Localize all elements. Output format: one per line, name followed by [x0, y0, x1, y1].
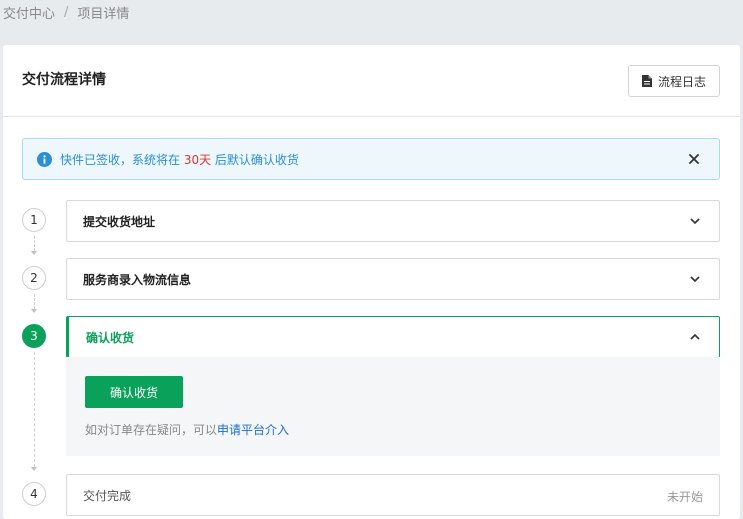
step-status-badge: 未开始: [666, 490, 703, 504]
apply-platform-intervention-link[interactable]: 申请平台介入: [217, 423, 289, 437]
step-connector: [34, 294, 35, 309]
step-submit-address[interactable]: 提交收货地址: [66, 200, 720, 242]
step-number-4: 4: [22, 482, 46, 506]
step-number-2: 2: [22, 266, 46, 290]
dispute-hint: 如对订单存在疑问，可以申请平台介入: [85, 421, 289, 438]
step-confirm-receipt[interactable]: 确认收货: [66, 316, 720, 358]
process-detail-card: 交付流程详情 流程日志 快件已签收，系统将在 30天 后默认确认收货 1 提交收…: [3, 45, 740, 519]
alert-text: 快件已签收，系统将在 30天 后默认确认收货: [60, 151, 299, 168]
breadcrumb-separator: /: [64, 4, 69, 20]
step-label: 提交收货地址: [83, 214, 156, 229]
card-header: 交付流程详情 流程日志: [3, 45, 740, 117]
chevron-up-icon: [688, 330, 702, 344]
breadcrumb: 交付中心 / 项目详情: [3, 3, 130, 22]
step-arrow-icon: [31, 251, 37, 255]
alert-text-before: 快件已签收，系统将在: [60, 152, 184, 167]
step-logistics-info[interactable]: 服务商录入物流信息: [66, 258, 720, 300]
step-label: 服务商录入物流信息: [83, 272, 192, 287]
info-icon: [37, 151, 52, 167]
step-label: 确认收货: [86, 330, 135, 345]
process-log-label: 流程日志: [657, 74, 706, 89]
chevron-down-icon: [688, 214, 702, 228]
step-label: 交付完成: [83, 488, 132, 503]
breadcrumb-item-project-detail: 项目详情: [77, 6, 130, 22]
step-connector: [34, 236, 35, 251]
step-number-1: 1: [22, 208, 46, 232]
alert-text-after: 后默认确认收货: [211, 152, 299, 167]
close-icon[interactable]: [686, 151, 702, 167]
info-alert: 快件已签收，系统将在 30天 后默认确认收货: [22, 138, 720, 180]
document-icon: [641, 75, 652, 87]
step-connector: [34, 352, 35, 467]
page-title: 交付流程详情: [22, 72, 106, 88]
step-confirm-receipt-body: 确认收货 如对订单存在疑问，可以申请平台介入: [66, 357, 720, 456]
alert-highlight-days: 30天: [183, 152, 212, 167]
chevron-down-icon: [688, 272, 702, 286]
step-arrow-icon: [31, 309, 37, 313]
dispute-hint-text: 如对订单存在疑问，可以: [85, 423, 218, 437]
confirm-receipt-button[interactable]: 确认收货: [85, 376, 183, 408]
step-number-3: 3: [22, 324, 46, 348]
process-log-button[interactable]: 流程日志: [628, 65, 720, 97]
step-arrow-icon: [31, 467, 37, 471]
step-delivery-complete[interactable]: 交付完成 未开始: [66, 474, 720, 516]
breadcrumb-item-delivery-center[interactable]: 交付中心: [3, 3, 55, 22]
